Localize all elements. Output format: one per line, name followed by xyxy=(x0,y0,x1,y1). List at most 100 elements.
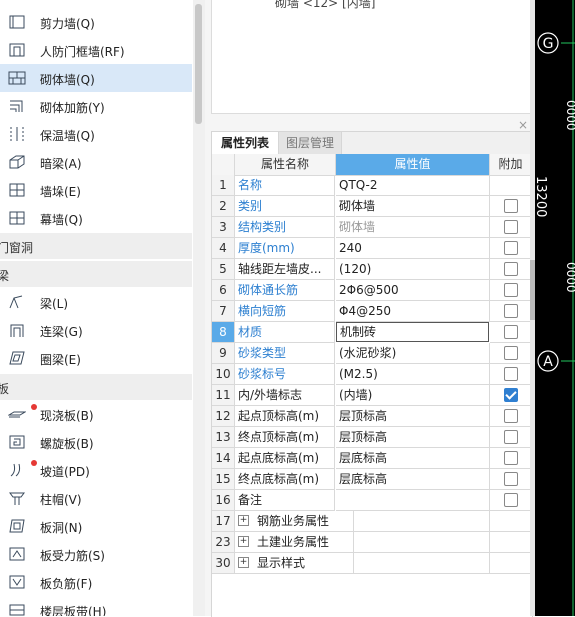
property-value[interactable]: 层顶标高 xyxy=(336,406,490,427)
property-value[interactable]: 砌体墙 xyxy=(336,217,490,238)
property-row[interactable]: 11 内/外墙标志 (内墙) xyxy=(212,385,532,406)
property-value[interactable]: 240 xyxy=(336,238,490,259)
property-value[interactable]: (120) xyxy=(336,259,490,280)
tree-item[interactable]: 连梁(G) xyxy=(0,316,192,344)
property-row[interactable]: 4 厚度(mm) 240 xyxy=(212,238,532,259)
property-row[interactable]: 16 备注 xyxy=(212,490,532,511)
attach-checkbox[interactable] xyxy=(504,199,518,213)
property-name-text: 终点底标高(m) xyxy=(238,472,320,486)
property-row[interactable]: 1 名称 QTQ-2 xyxy=(212,175,532,196)
attach-checkbox[interactable] xyxy=(504,472,518,486)
attach-checkbox[interactable] xyxy=(504,493,518,507)
property-value[interactable]: 砌体墙 xyxy=(336,196,490,217)
property-row[interactable]: 23 + 土建业务属性 xyxy=(212,532,532,553)
property-value[interactable]: 层底标高 xyxy=(336,448,490,469)
attach-cell xyxy=(490,280,532,301)
tree-item[interactable]: 坡道(PD) xyxy=(0,456,192,484)
property-row[interactable]: 8 材质 机制砖 xyxy=(212,322,532,343)
tree-item[interactable]: 梁(L) xyxy=(0,288,192,316)
property-row[interactable]: 9 砂浆类型 (水泥砂浆) xyxy=(212,343,532,364)
attach-checkbox[interactable] xyxy=(504,367,518,381)
property-value[interactable]: 层顶标高 xyxy=(336,427,490,448)
row-number: 3 xyxy=(212,217,235,238)
tree-category[interactable]: 板 xyxy=(0,374,192,400)
expand-icon[interactable]: + xyxy=(238,515,249,526)
tree-item[interactable]: 砌体墙(Q) xyxy=(0,64,192,92)
floor-slab-band-icon xyxy=(8,602,26,616)
expand-icon[interactable]: + xyxy=(238,536,249,547)
property-row[interactable]: 7 横向短筋 Φ4@250 xyxy=(212,301,532,322)
tree-category[interactable]: 门窗洞 xyxy=(0,233,192,259)
property-row[interactable]: 6 砌体通长筋 2Φ6@500 xyxy=(212,280,532,301)
tree-item[interactable]: 板洞(N) xyxy=(0,512,192,540)
tree-item[interactable]: 螺旋板(B) xyxy=(0,428,192,456)
tab-properties[interactable]: 属性列表 xyxy=(212,132,279,154)
attach-checkbox[interactable] xyxy=(504,262,518,276)
property-value[interactable]: 2Φ6@500 xyxy=(336,280,490,301)
property-value[interactable] xyxy=(336,553,490,574)
property-value[interactable]: QTQ-2 xyxy=(336,175,490,196)
tree-item[interactable]: 保温墙(Q) xyxy=(0,120,192,148)
attach-checkbox[interactable] xyxy=(504,409,518,423)
tree-scrollbar-thumb[interactable] xyxy=(195,4,202,124)
property-value[interactable]: (水泥砂浆) xyxy=(336,343,490,364)
property-value[interactable]: 层底标高 xyxy=(336,469,490,490)
property-row[interactable]: 12 起点顶标高(m) 层顶标高 xyxy=(212,406,532,427)
attach-checkbox[interactable] xyxy=(504,220,518,234)
attach-checkbox[interactable] xyxy=(504,451,518,465)
tree-item[interactable]: 圈梁(E) xyxy=(0,344,192,372)
property-name: 结构类别 xyxy=(235,217,335,238)
property-row[interactable]: 2 类别 砌体墙 xyxy=(212,196,532,217)
attach-checkbox[interactable] xyxy=(504,325,518,339)
property-row[interactable]: 30 + 显示样式 xyxy=(212,553,532,574)
tree-item[interactable]: 柱帽(V) xyxy=(0,484,192,512)
property-value[interactable] xyxy=(336,511,490,532)
row-number: 14 xyxy=(212,448,235,469)
beam-icon xyxy=(8,294,26,310)
tree-item[interactable]: 墙垛(E) xyxy=(0,176,192,204)
property-row[interactable]: 15 终点底标高(m) 层底标高 xyxy=(212,469,532,490)
property-value[interactable]: Φ4@250 xyxy=(336,301,490,322)
property-row[interactable]: 13 终点顶标高(m) 层顶标高 xyxy=(212,427,532,448)
tree-item[interactable]: 砌体加筋(Y) xyxy=(0,92,192,120)
tree-item[interactable]: 幕墙(Q) xyxy=(0,204,192,232)
property-name-text: 钢筋业务属性 xyxy=(257,514,330,528)
drawing-canvas[interactable]: G A 13200 0000 0000 xyxy=(535,0,575,616)
property-row[interactable]: 3 结构类别 砌体墙 xyxy=(212,217,532,238)
attach-cell xyxy=(490,364,532,385)
tree-item-label: 剪力墙(Q) xyxy=(40,17,95,31)
attach-checkbox[interactable] xyxy=(504,283,518,297)
expand-icon[interactable]: + xyxy=(238,557,249,568)
row-number: 23 xyxy=(212,532,235,553)
tree-item[interactable]: 板负筋(F) xyxy=(0,568,192,596)
property-row[interactable]: 5 轴线距左墙皮... (120) xyxy=(212,259,532,280)
cast-slab-icon xyxy=(7,406,27,422)
tree-item-label: 墙垛(E) xyxy=(40,185,81,199)
property-value[interactable]: (M2.5) xyxy=(336,364,490,385)
property-row[interactable]: 10 砂浆标号 (M2.5) xyxy=(212,364,532,385)
close-icon[interactable]: × xyxy=(518,118,528,132)
tree-item[interactable]: 现浇板(B) xyxy=(0,400,192,428)
property-row[interactable]: 14 起点底标高(m) 层底标高 xyxy=(212,448,532,469)
property-value[interactable]: (内墙) xyxy=(336,385,490,406)
property-value-editor[interactable]: 机制砖 xyxy=(336,322,489,342)
attach-checkbox[interactable] xyxy=(504,304,518,318)
property-value[interactable] xyxy=(336,490,490,511)
tree-item[interactable]: 楼层板带(H) xyxy=(0,596,192,616)
tree-item[interactable]: 板受力筋(S) xyxy=(0,540,192,568)
tab-layers[interactable]: 图层管理 xyxy=(279,132,342,154)
attach-cell xyxy=(490,448,532,469)
attach-checkbox[interactable] xyxy=(504,241,518,255)
attach-checkbox[interactable] xyxy=(504,388,518,402)
attach-checkbox[interactable] xyxy=(504,430,518,444)
tree-item-label: 现浇板(B) xyxy=(40,409,94,423)
property-row[interactable]: 17 + 钢筋业务属性 xyxy=(212,511,532,532)
row-number: 12 xyxy=(212,406,235,427)
property-value[interactable] xyxy=(336,532,490,553)
tree-scrollbar[interactable] xyxy=(193,0,205,616)
tree-category[interactable]: 梁 xyxy=(0,261,192,287)
tree-item[interactable]: 暗梁(A) xyxy=(0,148,192,176)
tree-item[interactable]: 人防门框墙(RF) xyxy=(0,36,192,64)
attach-checkbox[interactable] xyxy=(504,346,518,360)
tree-item[interactable]: 剪力墙(Q) xyxy=(0,8,192,36)
